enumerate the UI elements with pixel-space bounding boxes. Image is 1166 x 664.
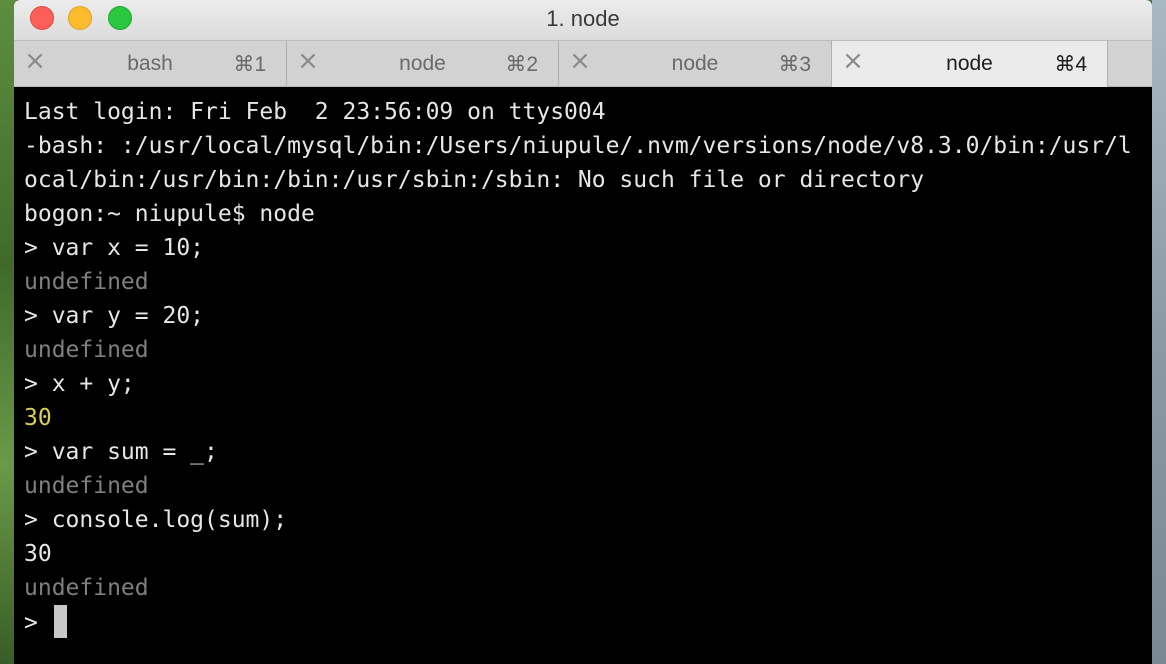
terminal-output[interactable]: Last login: Fri Feb 2 23:56:09 on ttys00…: [14, 87, 1152, 664]
terminal-line: -bash: :/usr/local/mysql/bin:/Users/niup…: [24, 133, 1132, 159]
terminal-line: undefined: [24, 473, 149, 499]
repl-prompt: >: [24, 610, 52, 636]
desktop-background-right: [1152, 0, 1166, 664]
tab-shortcut: ⌘4: [1054, 53, 1087, 76]
tab-node-2[interactable]: × node ⌘2: [287, 41, 559, 87]
tab-node-3[interactable]: × node ⌘3: [559, 41, 832, 87]
terminal-line: > var sum = _;: [24, 439, 218, 465]
terminal-line: ocal/bin:/usr/bin:/bin:/usr/sbin:/sbin: …: [24, 167, 925, 193]
terminal-line: > var x = 10;: [24, 235, 205, 261]
terminal-line: > console.log(sum);: [24, 507, 288, 533]
tab-bar: × bash ⌘1 × node ⌘2 × node ⌘3 × node ⌘4: [14, 40, 1152, 87]
tab-shortcut: ⌘1: [233, 53, 266, 76]
terminal-line: 30: [24, 405, 52, 431]
text-cursor: [53, 605, 67, 638]
tab-shortcut: ⌘2: [505, 53, 538, 76]
window-title: 1. node: [546, 6, 620, 31]
terminal-window: 1. node × bash ⌘1 × node ⌘2 × node ⌘3 × …: [14, 0, 1152, 664]
terminal-line: undefined: [24, 575, 149, 601]
terminal-line: undefined: [24, 269, 149, 295]
terminal-line: bogon:~ niupule$ node: [24, 201, 315, 227]
terminal-line: 30: [24, 541, 52, 567]
title-bar[interactable]: 1. node: [14, 0, 1152, 40]
prompt-line[interactable]: >: [24, 605, 1152, 639]
tab-shortcut: ⌘3: [778, 53, 811, 76]
terminal-line: > x + y;: [24, 371, 135, 397]
terminal-line: > var y = 20;: [24, 303, 205, 329]
terminal-line: Last login: Fri Feb 2 23:56:09 on ttys00…: [24, 99, 606, 125]
terminal-line: undefined: [24, 337, 149, 363]
tab-bash[interactable]: × bash ⌘1: [14, 41, 287, 87]
tab-node-4[interactable]: × node ⌘4: [832, 41, 1108, 87]
